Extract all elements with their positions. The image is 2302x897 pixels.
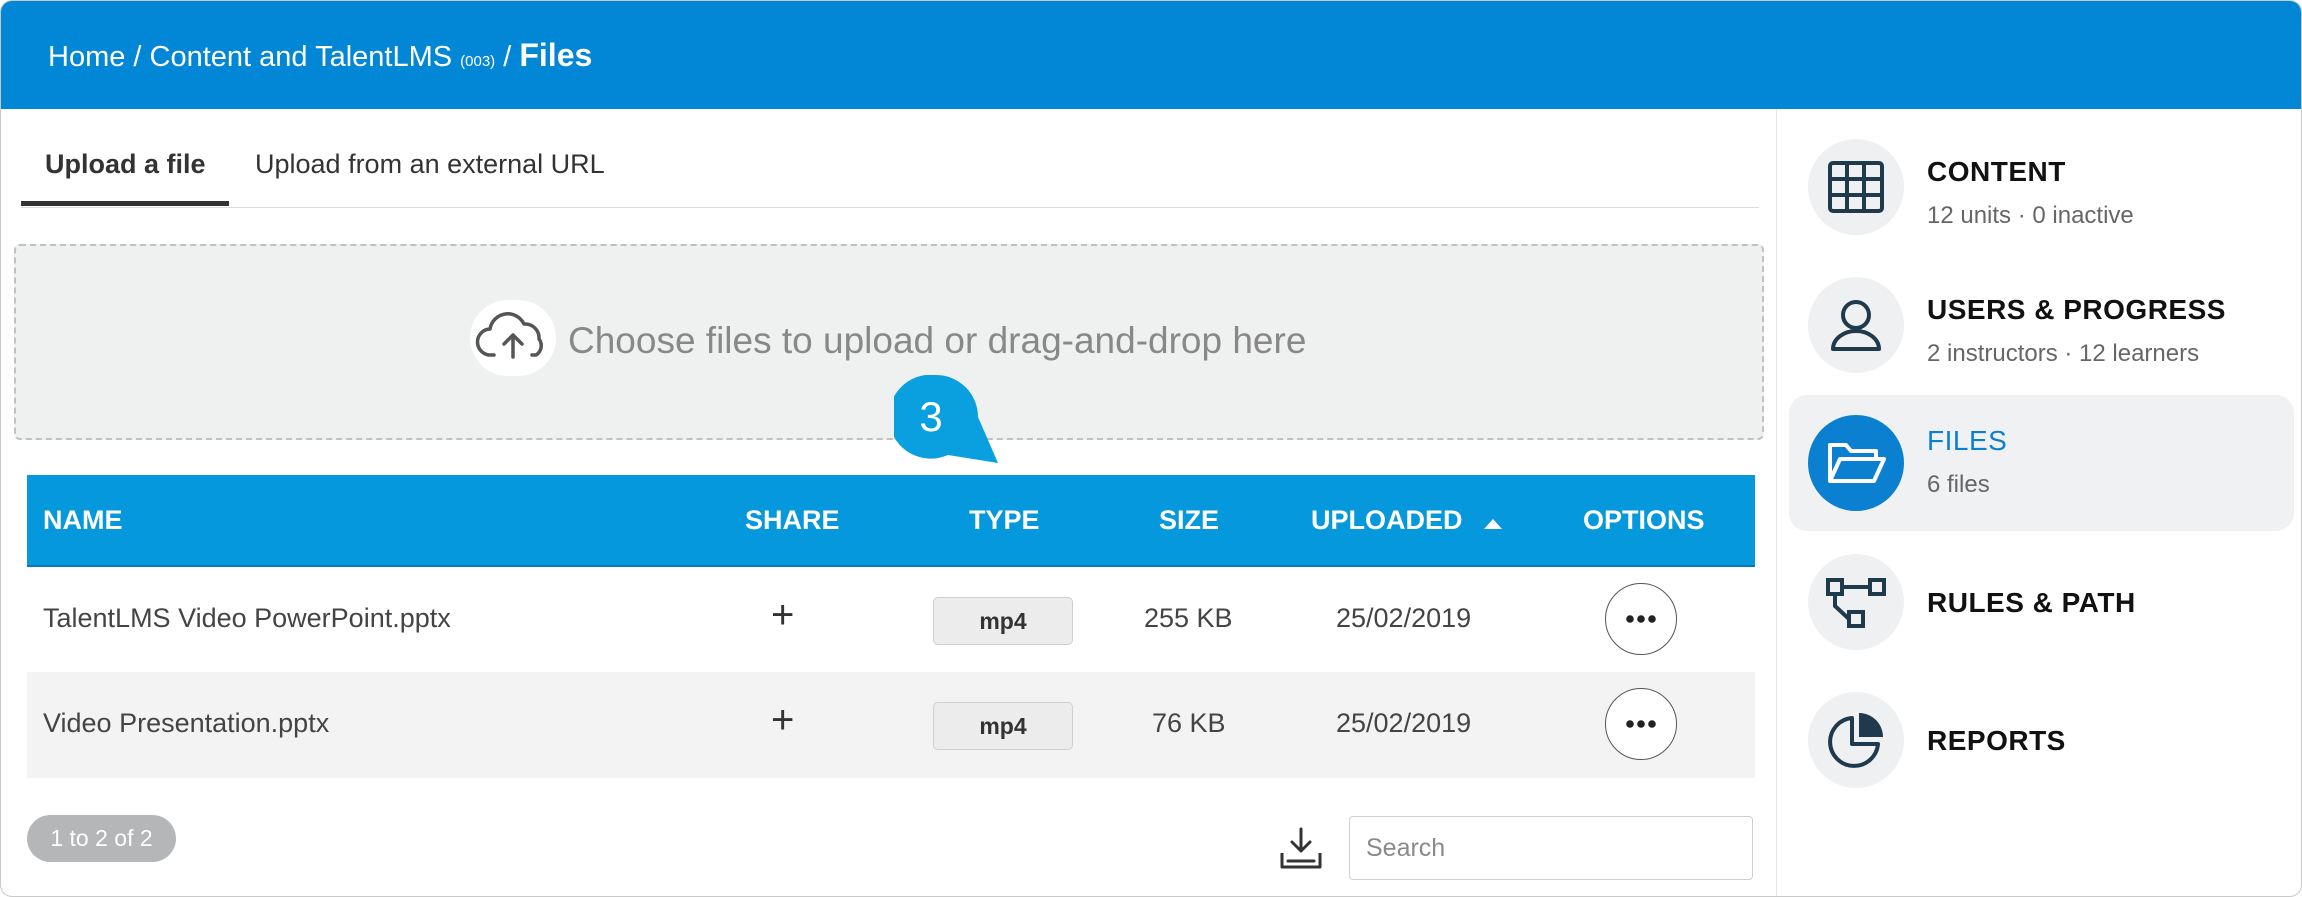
- sidebar-item-reports[interactable]: REPORTS: [1789, 687, 2294, 823]
- file-size: 76 KB: [1152, 708, 1226, 738]
- table-row[interactable]: TalentLMS Video PowerPoint.pptx + mp4 25…: [27, 567, 1755, 673]
- sidebar-item-rules-path[interactable]: RULES & PATH: [1789, 549, 2294, 685]
- share-plus-icon[interactable]: +: [771, 593, 794, 638]
- download-tray-icon[interactable]: [1278, 827, 1324, 876]
- sidebar-item-title: REPORTS: [1927, 725, 2066, 756]
- sidebar-item-title: USERS & PROGRESS: [1927, 294, 2226, 325]
- share-plus-icon[interactable]: +: [771, 698, 794, 743]
- file-name[interactable]: TalentLMS Video PowerPoint.pptx: [43, 603, 451, 634]
- file-uploaded-date: 25/02/2019: [1336, 708, 1472, 738]
- search-input[interactable]: [1349, 816, 1753, 880]
- more-horizontal-icon: [1626, 720, 1656, 728]
- row-options-button[interactable]: [1605, 688, 1677, 760]
- breadcrumb-home[interactable]: Home: [48, 41, 125, 73]
- sidebar-item-users-progress[interactable]: USERS & PROGRESS 2 instructors · 12 lear…: [1789, 272, 2294, 408]
- pie-chart-icon: [1808, 692, 1904, 788]
- grid-table-icon: [1808, 139, 1904, 235]
- sidebar-item-subtitle: 12 units · 0 inactive: [1927, 202, 2134, 229]
- breadcrumb-separator: /: [125, 41, 150, 73]
- column-header-share: SHARE: [745, 505, 840, 535]
- dropzone-text: Choose files to upload or drag-and-drop …: [568, 320, 1307, 361]
- column-header-size[interactable]: SIZE: [1159, 505, 1219, 536]
- app-window: Home / Content and TalentLMS (003) / Fil…: [0, 0, 2302, 897]
- active-tab-indicator: [21, 201, 229, 206]
- row-options-button[interactable]: [1605, 583, 1677, 655]
- sidebar-item-files[interactable]: FILES 6 files: [1789, 395, 2294, 531]
- column-header-name[interactable]: NAME: [43, 505, 123, 536]
- file-type-badge: mp4: [933, 702, 1073, 750]
- file-uploaded-date: 25/02/2019: [1336, 603, 1472, 633]
- file-name[interactable]: Video Presentation.pptx: [43, 708, 329, 739]
- sort-ascending-icon: [1484, 506, 1503, 537]
- sidebar-item-title: FILES: [1927, 425, 2008, 456]
- tab-upload-url[interactable]: Upload from an external URL: [255, 149, 605, 180]
- course-sidebar: CONTENT 12 units · 0 inactive USERS & PR…: [1776, 109, 2301, 896]
- breadcrumb-current: Files: [519, 37, 593, 73]
- sidebar-item-content[interactable]: CONTENT 12 units · 0 inactive: [1789, 134, 2294, 270]
- page-header: Home / Content and TalentLMS (003) / Fil…: [1, 1, 2301, 109]
- breadcrumb-course[interactable]: Content and TalentLMS: [150, 41, 453, 73]
- cloud-upload-icon: [470, 300, 556, 376]
- file-size: 255 KB: [1144, 603, 1233, 633]
- breadcrumb: Home / Content and TalentLMS (003) / Fil…: [48, 37, 592, 74]
- table-row[interactable]: Video Presentation.pptx + mp4 76 KB 25/0…: [27, 672, 1755, 778]
- sidebar-item-title: RULES & PATH: [1927, 587, 2136, 618]
- user-icon: [1808, 277, 1904, 373]
- step-marker: 3: [888, 374, 1002, 472]
- file-dropzone[interactable]: Choose files to upload or drag-and-drop …: [14, 244, 1764, 440]
- column-header-uploaded[interactable]: UPLOADED: [1311, 505, 1503, 537]
- sidebar-item-subtitle: 6 files: [1927, 471, 1990, 498]
- more-horizontal-icon: [1626, 615, 1656, 623]
- breadcrumb-separator: /: [495, 41, 520, 73]
- column-header-uploaded-label: UPLOADED: [1311, 505, 1463, 535]
- sidebar-item-subtitle: 2 instructors · 12 learners: [1927, 340, 2200, 367]
- file-type-badge: mp4: [933, 597, 1073, 645]
- files-table-header: NAME SHARE TYPE SIZE UPLOADED OPTIONS: [27, 475, 1755, 568]
- tab-upload-file[interactable]: Upload a file: [45, 149, 206, 180]
- upload-tabs: Upload a file Upload from an external UR…: [21, 141, 1759, 208]
- step-marker-number: 3: [919, 393, 942, 440]
- sidebar-item-title: CONTENT: [1927, 156, 2066, 187]
- breadcrumb-course-code: (003): [460, 53, 496, 70]
- column-header-options: OPTIONS: [1583, 505, 1705, 535]
- pagination-info: 1 to 2 of 2: [27, 815, 176, 862]
- flow-path-icon: [1808, 554, 1904, 650]
- column-header-type[interactable]: TYPE: [969, 505, 1040, 536]
- folder-open-icon: [1808, 415, 1904, 511]
